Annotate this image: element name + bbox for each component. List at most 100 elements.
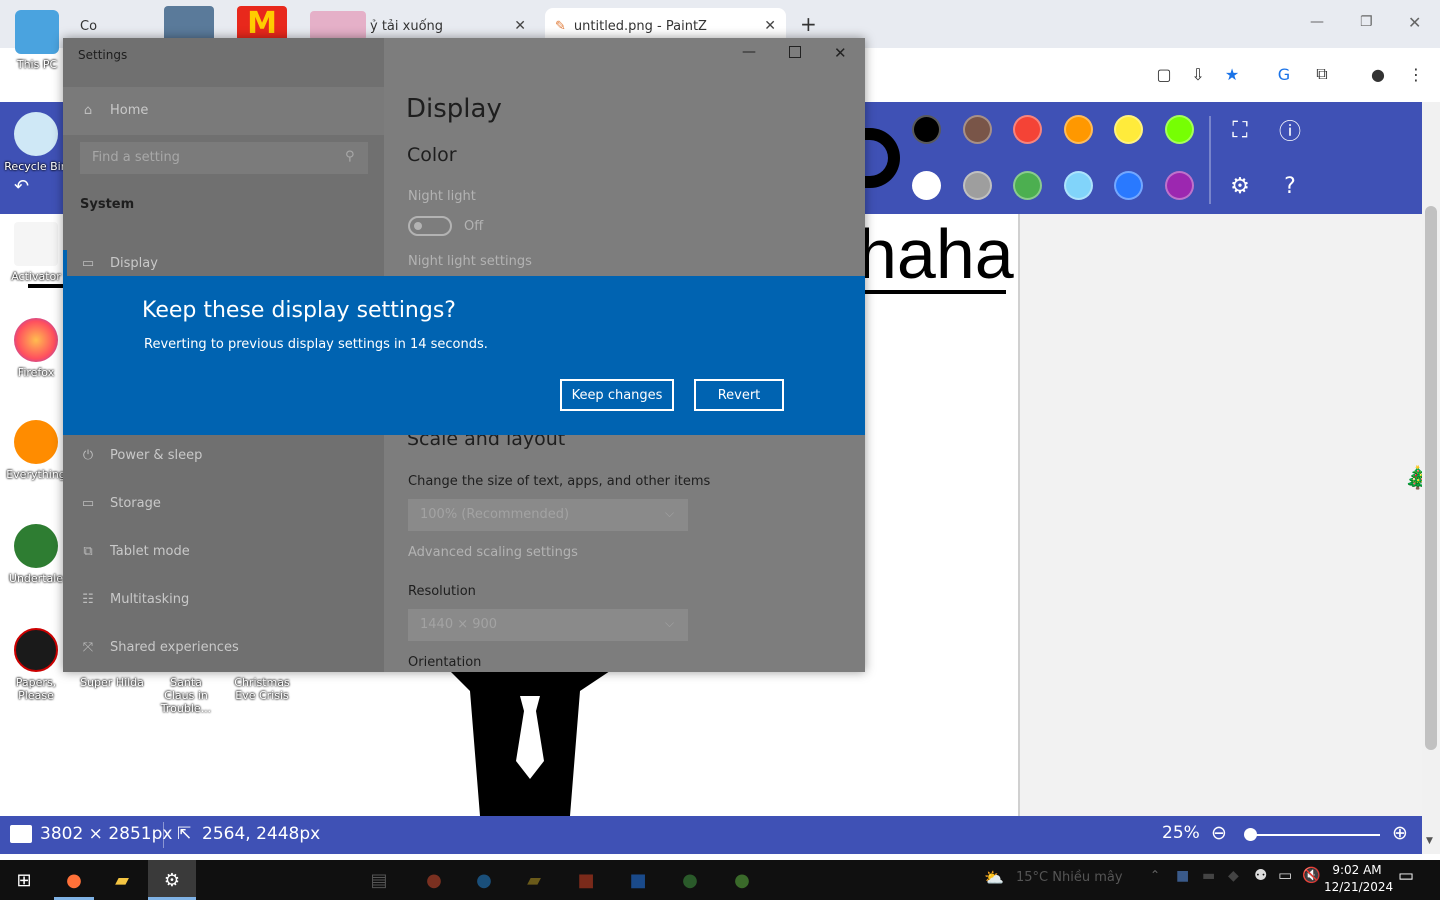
revert-button[interactable]: Revert <box>694 379 784 411</box>
color-swatch[interactable] <box>1114 171 1143 200</box>
notification-center-icon[interactable]: ▭ <box>1398 866 1414 886</box>
taskbar-app-icon[interactable]: ● <box>410 860 458 900</box>
nav-item-storage[interactable]: ▭ Storage <box>80 496 161 511</box>
nav-item-power-sleep[interactable]: ⏻ Power & sleep <box>80 448 203 463</box>
settings-gear-icon[interactable]: ⚙ <box>1225 171 1255 201</box>
zoom-slider-track[interactable] <box>1248 834 1380 836</box>
taskbar-app-icon[interactable]: ■ <box>562 860 610 900</box>
taskbar-app-icon[interactable]: ● <box>666 860 714 900</box>
bookmark-star-icon[interactable]: ★ <box>1220 62 1244 86</box>
settings-close-button[interactable]: ✕ <box>834 44 847 62</box>
nav-home-label: Home <box>110 103 149 118</box>
zoom-slider-thumb[interactable] <box>1244 828 1257 841</box>
taskbar-folder-icon[interactable]: ▰ <box>510 860 558 900</box>
scrollbar-thumb[interactable] <box>1425 206 1437 750</box>
cursor-position: 2564, 2448px <box>202 824 321 844</box>
taskbar-settings-icon[interactable]: ⚙ <box>148 860 196 900</box>
taskbar-firefox-icon[interactable]: ● <box>50 860 98 900</box>
close-tab-icon[interactable]: ✕ <box>514 18 526 34</box>
color-swatch[interactable] <box>1013 171 1042 200</box>
taskbar-file-explorer-icon[interactable]: ▰ <box>98 860 146 900</box>
firefox-icon <box>14 318 58 362</box>
people-icon[interactable]: ⚉ <box>1254 866 1267 884</box>
volume-muted-icon[interactable]: 🔇 <box>1302 866 1321 884</box>
tray-app-icon[interactable]: ■ <box>1176 868 1189 884</box>
desktop-icon-super-hilda[interactable]: Super Hilda <box>80 676 144 689</box>
scale-value: 100% (Recommended) <box>420 507 570 522</box>
undo-icon[interactable]: ↶ <box>14 176 29 197</box>
color-swatch[interactable] <box>912 171 941 200</box>
settings-minimize-button[interactable]: — <box>742 44 756 60</box>
scroll-down-arrow-icon[interactable]: ▼ <box>1426 836 1433 846</box>
clock-date[interactable]: 12/21/2024 <box>1324 880 1393 894</box>
desktop-icon-this-pc[interactable]: This PC <box>5 10 69 71</box>
taskbar-outlook-icon[interactable]: ■ <box>614 860 662 900</box>
tray-app-icon[interactable]: ▬ <box>1202 868 1215 884</box>
nav-item-display[interactable]: ▭ Display <box>80 256 158 271</box>
desktop-icon-undertale[interactable]: Undertale <box>4 524 68 585</box>
install-app-icon[interactable]: ⇩ <box>1186 62 1210 86</box>
browser-menu-icon[interactable]: ⋮ <box>1404 62 1428 86</box>
tray-app-icon[interactable]: ◆ <box>1228 868 1239 884</box>
help-icon[interactable]: ? <box>1275 171 1305 201</box>
taskbar-edge-icon[interactable]: ● <box>460 860 508 900</box>
toggle-knob <box>414 222 422 230</box>
night-light-settings-link[interactable]: Night light settings <box>408 254 532 269</box>
desktop-icon-christmas-eve-crisis[interactable]: Christmas Eve Crisis <box>230 676 294 702</box>
network-icon[interactable]: ▭ <box>1278 866 1292 884</box>
desktop-icon-papers-please[interactable]: Papers, Please <box>4 628 68 702</box>
advanced-scaling-link[interactable]: Advanced scaling settings <box>408 545 578 560</box>
minimize-button[interactable]: — <box>1310 14 1324 30</box>
weather-text[interactable]: 15°C Nhiều mây <box>1016 870 1123 885</box>
extensions-icon[interactable]: ⧉ <box>1310 62 1334 86</box>
page-title: Display <box>406 94 502 124</box>
color-swatch[interactable] <box>912 115 941 144</box>
profile-avatar-icon[interactable]: ● <box>1366 62 1390 86</box>
color-swatch[interactable] <box>1063 115 1093 144</box>
color-swatch[interactable] <box>1013 115 1042 144</box>
desktop-icon-firefox[interactable]: Firefox <box>4 318 68 379</box>
tab-label: untitled.png - PaintZ <box>573 18 707 34</box>
nav-item-multitasking[interactable]: ☷ Multitasking <box>80 592 189 607</box>
desktop-icon-recycle-bin[interactable]: Recycle Bin <box>4 112 68 173</box>
close-window-button[interactable]: ✕ <box>1408 13 1421 32</box>
desktop-icon-label: Super Hilda <box>80 676 144 689</box>
settings-maximize-button[interactable] <box>789 46 801 58</box>
keep-changes-button[interactable]: Keep changes <box>560 379 674 411</box>
restore-button[interactable]: ❐ <box>1360 14 1373 30</box>
color-swatch[interactable] <box>1164 171 1194 200</box>
taskbar-chrome-icon[interactable]: ● <box>718 860 766 900</box>
info-icon[interactable]: ⓘ <box>1275 115 1305 145</box>
color-swatch[interactable] <box>1063 171 1093 200</box>
fullscreen-icon[interactable]: ⛶ <box>1225 115 1255 145</box>
color-swatch[interactable] <box>1164 115 1194 144</box>
zoom-in-icon[interactable]: ⊕ <box>1392 822 1408 844</box>
start-button-windows-icon[interactable]: ⊞ <box>0 860 48 900</box>
night-light-toggle[interactable] <box>408 216 452 236</box>
desktop-icon-everything[interactable]: Everything <box>4 420 68 481</box>
nav-item-shared-experiences[interactable]: ⤧ Shared experiences <box>80 640 239 655</box>
color-swatch[interactable] <box>962 115 992 144</box>
zoom-out-icon[interactable]: ⊖ <box>1211 822 1227 844</box>
canvas-suit-drawing <box>450 671 610 816</box>
desktop-icon-label: This PC <box>16 58 58 71</box>
canvas-text-haha: haha <box>858 215 1014 294</box>
translate-icon[interactable]: G <box>1272 62 1296 86</box>
desktop-icon-santa-claus[interactable]: Santa Claus in Trouble... <box>154 676 218 715</box>
color-swatch[interactable] <box>962 171 992 200</box>
papers-please-icon <box>14 628 58 672</box>
settings-window-title: Settings <box>78 48 128 62</box>
desktop-icon-activator[interactable]: Activator <box>4 222 68 283</box>
nav-item-tablet-mode[interactable]: ⧉ Tablet mode <box>80 544 189 559</box>
clock-time[interactable]: 9:02 AM <box>1332 863 1382 877</box>
close-tab-icon[interactable]: ✕ <box>764 18 776 34</box>
nav-home[interactable]: ⌂ Home <box>80 103 149 118</box>
recycle-bin-icon <box>14 112 58 156</box>
color-swatch[interactable] <box>1114 115 1143 144</box>
clipboard-icon[interactable]: ▢ <box>1152 62 1176 86</box>
taskbar-task-view-icon[interactable]: ▤ <box>355 860 403 900</box>
zoom-level: 25% <box>1162 823 1200 843</box>
multitasking-icon: ☷ <box>82 592 94 607</box>
tray-chevron-icon[interactable]: ⌃ <box>1150 868 1160 882</box>
new-tab-button[interactable]: + <box>800 12 817 36</box>
